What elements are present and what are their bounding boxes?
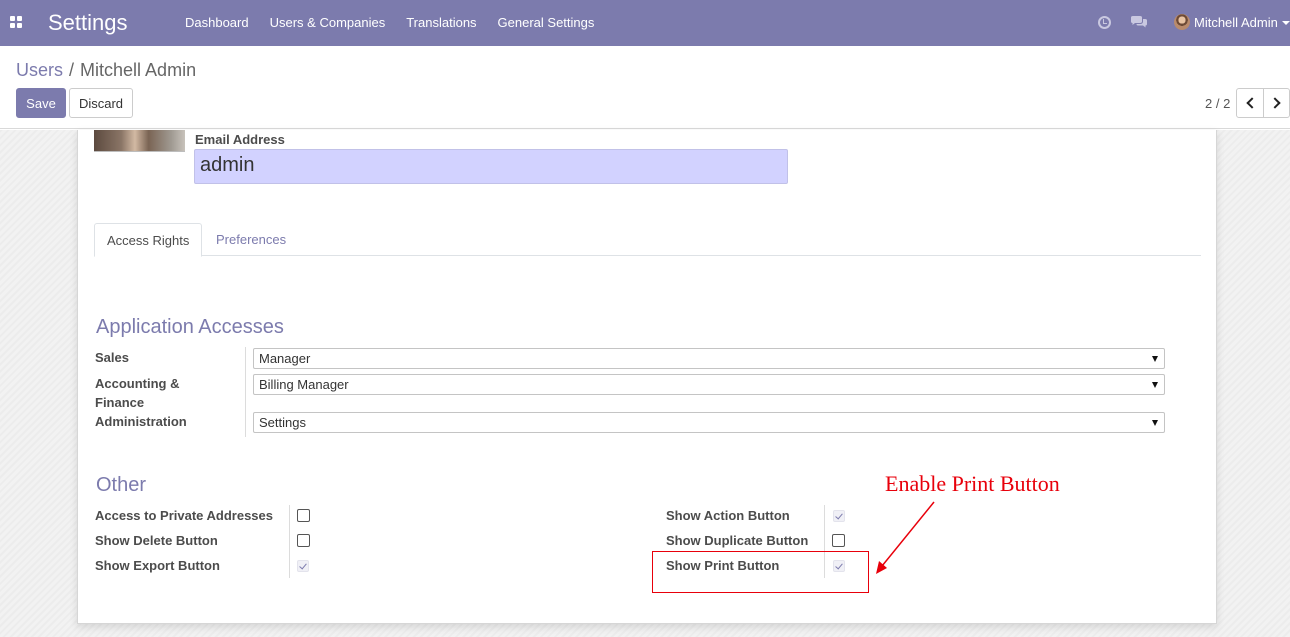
- field-divider: [289, 505, 290, 578]
- field-divider: [245, 347, 246, 437]
- email-field[interactable]: admin: [194, 149, 788, 184]
- pager-value[interactable]: 2 / 2: [1205, 96, 1230, 111]
- caret-down-icon: [1152, 382, 1158, 388]
- accounting-select-value: Billing Manager: [259, 377, 349, 392]
- pager-next-button[interactable]: [1263, 88, 1290, 118]
- breadcrumb: Users / Mitchell Admin: [16, 59, 196, 81]
- accounting-select[interactable]: Billing Manager: [253, 374, 1165, 395]
- menu-item-general-settings[interactable]: General Settings: [498, 15, 595, 31]
- control-panel: Users / Mitchell Admin Save Discard 2 / 2: [0, 46, 1290, 129]
- email-label: Email Address: [195, 132, 285, 147]
- discard-button[interactable]: Discard: [69, 88, 133, 118]
- tab-preferences[interactable]: Preferences: [204, 223, 298, 256]
- form-tabs: Access Rights Preferences: [94, 223, 1201, 257]
- top-navbar: Settings Dashboard Users & Companies Tra…: [0, 0, 1290, 46]
- caret-down-icon[interactable]: [1282, 21, 1290, 25]
- user-name[interactable]: Mitchell Admin: [1194, 15, 1278, 30]
- administration-select[interactable]: Settings: [253, 412, 1165, 433]
- breadcrumb-separator: /: [69, 60, 75, 80]
- apps-icon[interactable]: [10, 16, 22, 28]
- save-button[interactable]: Save: [16, 88, 66, 118]
- annotation-label: Enable Print Button: [885, 471, 1060, 496]
- tab-access-rights[interactable]: Access Rights: [94, 223, 203, 257]
- form-content-area: Email Address admin Access Rights Prefer…: [0, 130, 1290, 637]
- caret-down-icon: [1152, 356, 1158, 362]
- main-menu: Dashboard Users & Companies Translations…: [185, 15, 615, 31]
- action-button-checkbox[interactable]: [833, 510, 845, 522]
- field-label-sales: Sales: [95, 350, 129, 365]
- app-title[interactable]: Settings: [48, 9, 128, 37]
- export-button-checkbox[interactable]: [297, 560, 309, 572]
- menu-item-dashboard[interactable]: Dashboard: [185, 15, 249, 31]
- chevron-left-icon: [1245, 97, 1258, 109]
- form-sheet: Email Address admin Access Rights Prefer…: [77, 130, 1217, 624]
- breadcrumb-users[interactable]: Users: [16, 60, 63, 80]
- section-title-application-accesses: Application Accesses: [96, 316, 284, 338]
- section-title-other: Other: [96, 474, 147, 496]
- field-label-action-button: Show Action Button: [666, 508, 790, 523]
- pager-previous-button[interactable]: [1236, 88, 1264, 118]
- caret-down-icon: [1152, 420, 1158, 426]
- menu-item-users-companies[interactable]: Users & Companies: [270, 15, 386, 31]
- annotation-highlight-box: [652, 551, 869, 593]
- field-label-duplicate-button: Show Duplicate Button: [666, 533, 809, 548]
- field-label-accounting: Accounting & Finance: [95, 376, 180, 410]
- field-label-private-addresses: Access to Private Addresses: [95, 508, 274, 523]
- field-label-administration: Administration: [95, 414, 187, 429]
- sales-select[interactable]: Manager: [253, 348, 1165, 369]
- administration-select-value: Settings: [259, 415, 306, 430]
- private-addresses-checkbox[interactable]: [297, 509, 310, 522]
- field-label-delete-button: Show Delete Button: [95, 533, 218, 548]
- chat-icon[interactable]: [1130, 15, 1148, 29]
- breadcrumb-current: Mitchell Admin: [80, 60, 197, 80]
- user-avatar[interactable]: [1174, 14, 1190, 30]
- duplicate-button-checkbox[interactable]: [832, 534, 845, 547]
- user-photo[interactable]: [94, 130, 185, 152]
- menu-item-translations[interactable]: Translations: [406, 15, 476, 31]
- chevron-right-icon: [1269, 97, 1281, 109]
- annotation-arrow-icon: [876, 501, 935, 574]
- sales-select-value: Manager: [259, 351, 311, 366]
- clock-icon[interactable]: [1098, 16, 1111, 29]
- delete-button-checkbox[interactable]: [297, 534, 310, 547]
- field-label-export-button: Show Export Button: [95, 558, 220, 573]
